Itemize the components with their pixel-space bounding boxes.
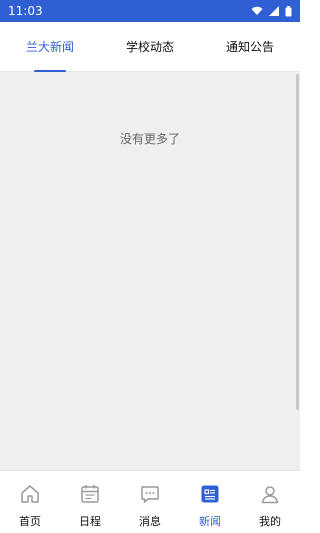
tab-label: 兰大新闻 [25, 40, 74, 54]
nav-label-home: 首页 [19, 515, 41, 528]
news-tabs: 兰大新闻 学校动态 通知公告 [0, 22, 300, 72]
tab-notices[interactable]: 通知公告 [226, 22, 274, 72]
home-icon [21, 485, 39, 503]
signal-icon [269, 6, 279, 16]
battery-icon [285, 5, 292, 16]
nav-item-messages[interactable]: 消息 [120, 483, 180, 529]
news-icon [201, 485, 219, 503]
empty-message: 没有更多了 [119, 132, 180, 146]
wifi-icon [251, 6, 263, 15]
tab-label: 学校动态 [125, 40, 174, 54]
profile-icon [261, 486, 279, 504]
nav-label-messages: 消息 [139, 515, 161, 528]
nav-item-schedule[interactable]: 日程 [60, 483, 120, 529]
status-time: 11:03 [8, 4, 43, 18]
calendar-icon [81, 485, 99, 503]
nav-label-profile: 我的 [259, 515, 281, 528]
tab-label: 通知公告 [225, 40, 274, 54]
nav-label-schedule: 日程 [79, 515, 101, 528]
scrollbar[interactable] [296, 74, 299, 410]
nav-label-news: 新闻 [199, 515, 221, 528]
status-icons [251, 5, 292, 17]
bottom-nav: 首页 日程 消息 新闻 我的 [0, 470, 300, 533]
tab-school-updates[interactable]: 学校动态 [126, 22, 174, 72]
message-icon [141, 486, 159, 503]
news-list[interactable]: 没有更多了 [0, 72, 300, 470]
nav-item-home[interactable]: 首页 [0, 483, 60, 529]
nav-item-profile[interactable]: 我的 [240, 483, 300, 529]
tab-lzu-news[interactable]: 兰大新闻 [26, 22, 74, 72]
nav-item-news[interactable]: 新闻 [180, 483, 240, 529]
status-bar: 11:03 [0, 0, 300, 22]
